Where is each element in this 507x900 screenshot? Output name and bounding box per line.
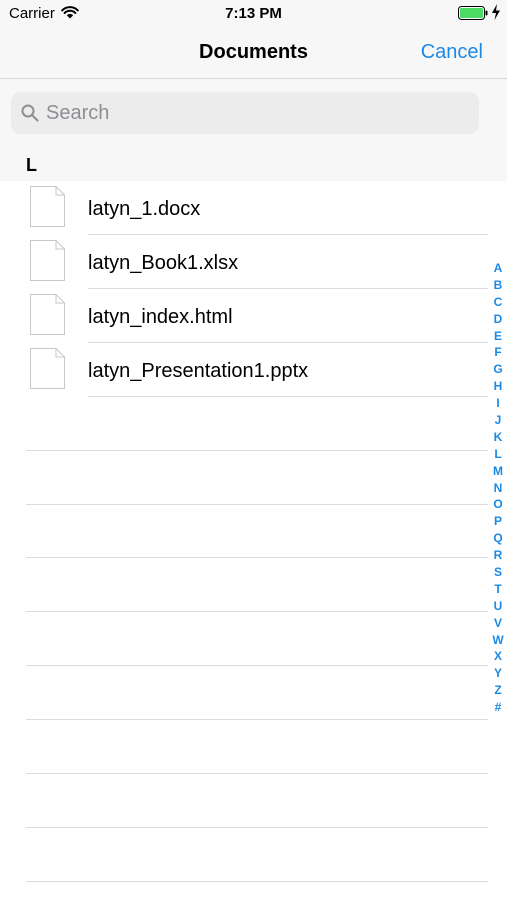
index-letter-c[interactable]: C (490, 294, 506, 311)
status-bar: Carrier 7:13 PM (0, 0, 507, 28)
index-letter-f[interactable]: F (490, 344, 506, 361)
row-divider (88, 396, 488, 397)
index-letter-n[interactable]: N (490, 480, 506, 497)
clock: 7:13 PM (225, 5, 282, 22)
charging-icon (492, 4, 500, 20)
file-row[interactable]: latyn_1.docx (0, 181, 507, 235)
section-index[interactable]: A B C D E F G H I J K L M N O P Q R S T … (490, 260, 506, 716)
index-letter-o[interactable]: O (490, 496, 506, 513)
index-letter-l[interactable]: L (490, 446, 506, 463)
index-letter-q[interactable]: Q (490, 530, 506, 547)
document-icon (30, 240, 65, 281)
empty-row-divider (26, 719, 488, 720)
search-input[interactable] (46, 92, 466, 134)
empty-row-divider (26, 450, 488, 451)
file-name: latyn_Presentation1.pptx (88, 360, 309, 382)
index-letter-m[interactable]: M (490, 463, 506, 480)
file-name: latyn_Book1.xlsx (88, 252, 239, 274)
empty-row-divider (26, 881, 488, 882)
empty-row-divider (26, 557, 488, 558)
index-letter-x[interactable]: X (490, 648, 506, 665)
empty-row-divider (26, 665, 488, 666)
search-area (0, 79, 507, 148)
section-header: L (0, 148, 507, 181)
index-letter-i[interactable]: I (490, 395, 506, 412)
document-icon (30, 294, 65, 335)
index-letter-p[interactable]: P (490, 513, 506, 530)
search-bar[interactable] (11, 92, 479, 134)
index-letter-j[interactable]: J (490, 412, 506, 429)
search-icon (21, 104, 39, 122)
index-letter-k[interactable]: K (490, 429, 506, 446)
document-icon (30, 348, 65, 389)
index-letter-h[interactable]: H (490, 378, 506, 395)
index-letter-e[interactable]: E (490, 328, 506, 345)
index-letter-y[interactable]: Y (490, 665, 506, 682)
index-letter-z[interactable]: Z (490, 682, 506, 699)
file-name: latyn_index.html (88, 306, 233, 328)
empty-row-divider (26, 827, 488, 828)
index-letter-w[interactable]: W (490, 632, 506, 649)
file-row[interactable]: latyn_index.html (0, 289, 507, 343)
file-row[interactable]: latyn_Book1.xlsx (0, 235, 507, 289)
index-letter-v[interactable]: V (490, 615, 506, 632)
navigation-bar: Documents Cancel (0, 28, 507, 79)
index-letter-b[interactable]: B (490, 277, 506, 294)
empty-row-divider (26, 611, 488, 612)
file-list: latyn_1.docx latyn_Book1.xlsx latyn_inde… (0, 181, 507, 397)
index-letter-d[interactable]: D (490, 311, 506, 328)
file-row[interactable]: latyn_Presentation1.pptx (0, 343, 507, 397)
document-icon (30, 186, 65, 227)
index-letter-hash[interactable]: # (490, 699, 506, 716)
index-letter-t[interactable]: T (490, 581, 506, 598)
section-header-label: L (26, 155, 37, 175)
index-letter-u[interactable]: U (490, 598, 506, 615)
battery-icon (458, 6, 488, 20)
index-letter-s[interactable]: S (490, 564, 506, 581)
index-letter-r[interactable]: R (490, 547, 506, 564)
index-letter-a[interactable]: A (490, 260, 506, 277)
index-letter-g[interactable]: G (490, 361, 506, 378)
empty-row-divider (26, 504, 488, 505)
cancel-button[interactable]: Cancel (421, 41, 483, 64)
empty-row-divider (26, 773, 488, 774)
file-name: latyn_1.docx (88, 198, 201, 220)
